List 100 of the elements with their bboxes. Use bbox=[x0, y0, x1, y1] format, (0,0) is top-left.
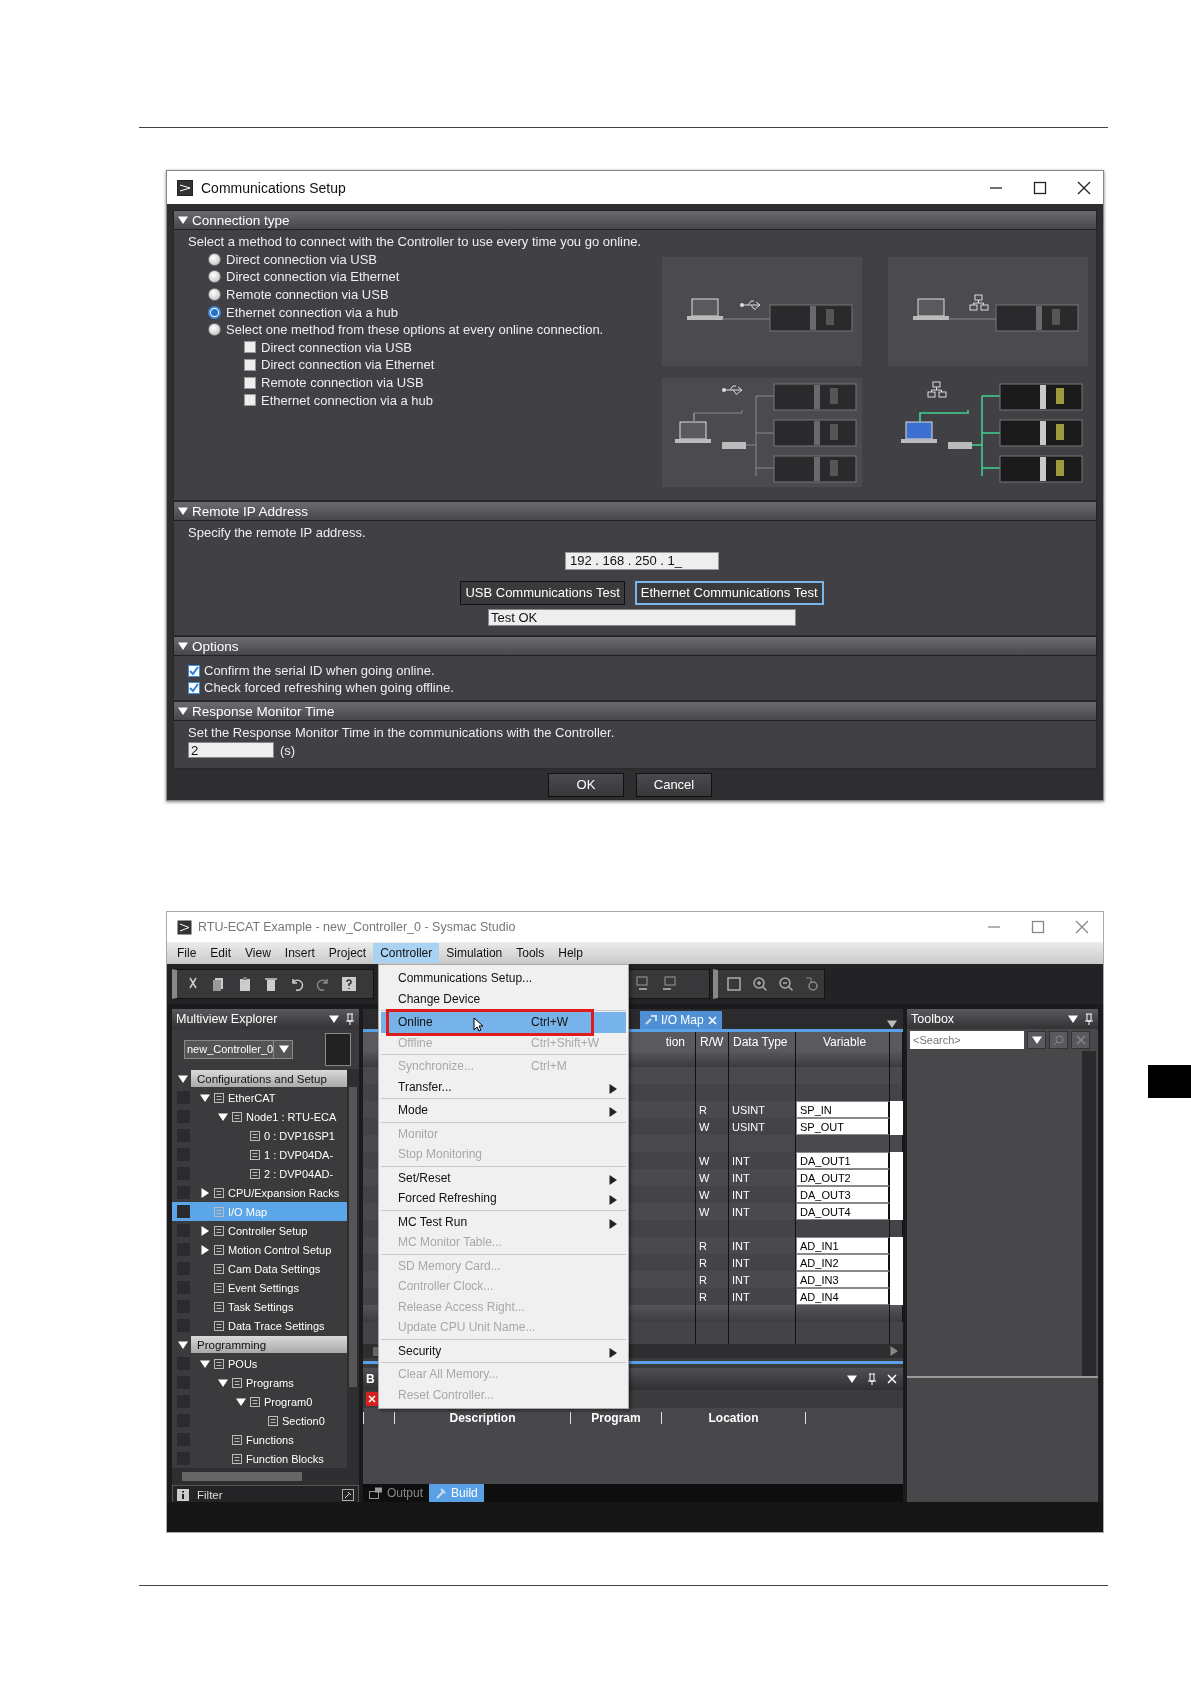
menu-bar-item[interactable]: Edit bbox=[203, 943, 239, 963]
section-header-bar[interactable]: Options bbox=[173, 636, 1097, 656]
tree-row[interactable]: Event Settings bbox=[172, 1278, 347, 1297]
tree-row[interactable]: POUs bbox=[172, 1354, 347, 1373]
radio-button[interactable] bbox=[208, 288, 221, 302]
close-icon[interactable] bbox=[1077, 180, 1091, 195]
section-header-bar[interactable]: Remote IP Address bbox=[173, 501, 1097, 521]
tree-row[interactable]: CPU/Expansion Racks bbox=[172, 1183, 347, 1202]
tree-row[interactable]: Program0 bbox=[172, 1392, 347, 1411]
tree-row[interactable]: Motion Control Setup bbox=[172, 1240, 347, 1259]
dialog-button[interactable]: Cancel bbox=[636, 772, 712, 797]
tree-row[interactable]: Configurations and Setup bbox=[172, 1069, 347, 1088]
tree-row[interactable]: 1 : DVP04DA- bbox=[172, 1145, 347, 1164]
checkbox[interactable] bbox=[244, 341, 256, 354]
expand-arrow-icon[interactable] bbox=[178, 1339, 188, 1350]
column-header[interactable]: Location bbox=[661, 1412, 805, 1424]
monitor-icon[interactable] bbox=[635, 976, 651, 992]
vertical-scrollbar[interactable] bbox=[1082, 1051, 1096, 1376]
menu-item[interactable]: Set/Reset bbox=[381, 1167, 626, 1188]
menu-item[interactable]: Online Ctrl+W bbox=[381, 1012, 626, 1033]
tree-row[interactable]: Data Trace Settings bbox=[172, 1316, 347, 1335]
monitor-icon[interactable] bbox=[661, 976, 677, 992]
tree-section-header[interactable]: Configurations and Setup bbox=[191, 1070, 347, 1087]
paste-icon[interactable] bbox=[237, 976, 253, 992]
maximize-icon[interactable] bbox=[1033, 180, 1047, 195]
zoom-icon[interactable] bbox=[804, 976, 820, 992]
pin-icon[interactable] bbox=[867, 1373, 877, 1385]
variable-cell[interactable]: AD_IN1 bbox=[796, 1237, 890, 1254]
scrollbar-thumb[interactable] bbox=[349, 1087, 357, 1387]
menu-item[interactable]: MC Test Run bbox=[381, 1211, 626, 1232]
checkbox[interactable] bbox=[244, 358, 256, 371]
menu-item[interactable]: Transfer... bbox=[381, 1076, 626, 1097]
variable-cell[interactable]: DA_OUT2 bbox=[796, 1169, 890, 1186]
variable-cell[interactable]: SP_OUT bbox=[796, 1118, 890, 1135]
checkbox[interactable] bbox=[244, 394, 256, 407]
variable-cell[interactable]: AD_IN2 bbox=[796, 1254, 890, 1271]
dropdown-button[interactable] bbox=[1027, 1031, 1046, 1049]
horizontal-scrollbar[interactable] bbox=[172, 1468, 359, 1485]
tree-row[interactable]: Task Settings bbox=[172, 1297, 347, 1316]
dropdown-arrow-icon[interactable] bbox=[887, 1019, 897, 1029]
expand-arrow-icon[interactable] bbox=[200, 1358, 210, 1369]
tree-row[interactable]: Programming bbox=[172, 1335, 347, 1354]
dropdown-arrow-icon[interactable] bbox=[1068, 1014, 1078, 1024]
collapse-triangle-icon[interactable] bbox=[178, 706, 188, 716]
variable-cell[interactable]: DA_OUT4 bbox=[796, 1203, 890, 1220]
fit-frame-icon[interactable] bbox=[726, 976, 742, 992]
vertical-scrollbar[interactable] bbox=[347, 1069, 359, 1468]
dropdown-arrow-icon[interactable] bbox=[847, 1374, 857, 1384]
zoom-out-icon[interactable] bbox=[778, 976, 794, 992]
collapse-triangle-icon[interactable] bbox=[178, 506, 188, 516]
pin-icon[interactable] bbox=[345, 1013, 355, 1025]
pin-button-icon[interactable] bbox=[342, 1489, 354, 1501]
dropdown-arrow-icon[interactable] bbox=[329, 1014, 339, 1024]
checkbox[interactable] bbox=[188, 664, 200, 677]
expand-arrow-icon[interactable] bbox=[200, 1225, 210, 1236]
expand-arrow-icon[interactable] bbox=[178, 1073, 188, 1084]
tree-row[interactable]: Cam Data Settings bbox=[172, 1259, 347, 1278]
radio-button[interactable] bbox=[208, 252, 221, 266]
menu-item[interactable]: Security bbox=[381, 1340, 626, 1361]
tree-row[interactable]: Section0 bbox=[172, 1411, 347, 1430]
tree-row[interactable]: Functions bbox=[172, 1430, 347, 1449]
expand-arrow-icon[interactable] bbox=[218, 1111, 228, 1122]
variable-cell[interactable]: AD_IN4 bbox=[796, 1288, 890, 1305]
test-button[interactable]: Ethernet Communications Test bbox=[634, 580, 824, 605]
menu-item[interactable]: Forced Refreshing bbox=[381, 1188, 626, 1209]
ip-address-field[interactable]: 192 . 168 . 250 . 1_ bbox=[565, 551, 719, 570]
expand-arrow-icon[interactable] bbox=[236, 1396, 246, 1407]
controller-dropdown[interactable]: new_Controller_0 bbox=[184, 1039, 294, 1059]
expand-arrow-icon[interactable] bbox=[218, 1377, 228, 1388]
dialog-button[interactable]: OK bbox=[548, 772, 624, 797]
collapse-triangle-icon[interactable] bbox=[178, 215, 188, 225]
menu-item[interactable]: Communications Setup... bbox=[381, 968, 626, 989]
collapse-triangle-icon[interactable] bbox=[178, 641, 188, 651]
search-field[interactable]: <Search> bbox=[910, 1031, 1024, 1049]
radio-button[interactable] bbox=[208, 270, 221, 284]
error-icon[interactable] bbox=[366, 1392, 378, 1406]
tree-row[interactable]: Programs bbox=[172, 1373, 347, 1392]
menu-bar-item[interactable]: File bbox=[170, 943, 204, 963]
menu-bar-item[interactable]: View bbox=[238, 943, 278, 963]
checkbox[interactable] bbox=[188, 681, 200, 694]
radio-button[interactable] bbox=[208, 323, 221, 337]
tree-row[interactable]: EtherCAT bbox=[172, 1088, 347, 1107]
menu-bar-item[interactable]: Controller bbox=[373, 943, 440, 963]
variable-cell[interactable]: AD_IN3 bbox=[796, 1271, 890, 1288]
column-header[interactable]: Program bbox=[570, 1412, 661, 1424]
menu-bar-item[interactable]: Tools bbox=[509, 943, 552, 963]
test-result-field[interactable]: Test OK bbox=[488, 608, 796, 626]
checkbox[interactable] bbox=[244, 376, 256, 389]
delete-icon[interactable] bbox=[263, 976, 279, 992]
tree-row[interactable]: 0 : DVP16SP1 bbox=[172, 1126, 347, 1145]
tree-row[interactable]: 2 : DVP04AD- bbox=[172, 1164, 347, 1183]
variable-cell[interactable]: DA_OUT3 bbox=[796, 1186, 890, 1203]
pin-icon[interactable] bbox=[1084, 1013, 1094, 1025]
redo-icon[interactable] bbox=[315, 976, 331, 992]
variable-cell[interactable]: SP_IN bbox=[796, 1101, 890, 1118]
scrollbar-thumb[interactable] bbox=[182, 1472, 302, 1481]
menu-bar-item[interactable]: Help bbox=[551, 943, 590, 963]
expand-arrow-icon[interactable] bbox=[200, 1187, 210, 1198]
tree-row[interactable]: Controller Setup bbox=[172, 1221, 347, 1240]
undo-icon[interactable] bbox=[289, 976, 305, 992]
